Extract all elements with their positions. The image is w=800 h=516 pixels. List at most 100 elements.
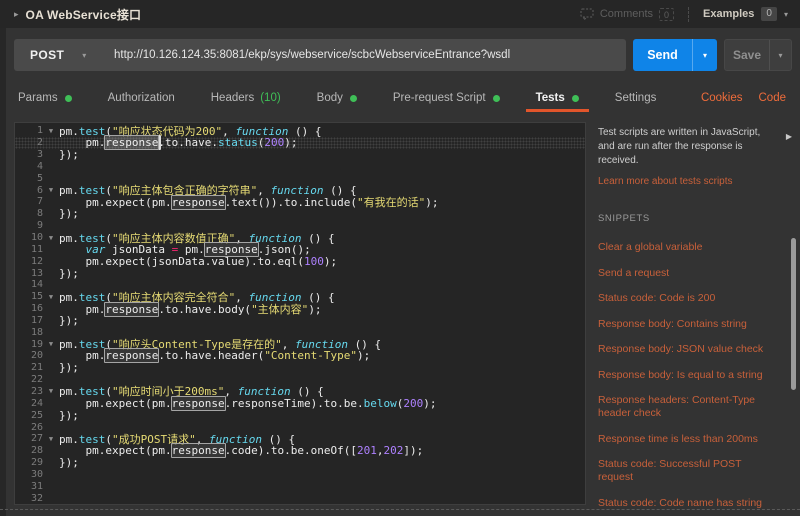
code-line-31[interactable]: 31 — [15, 480, 585, 492]
collection-breadcrumb[interactable]: ▸ OA WebService接口 — [14, 6, 141, 23]
code-line-28[interactable]: 28 pm.expect(pm.response.code).to.be.one… — [15, 443, 585, 459]
code-line-24[interactable]: 24 pm.expect(pm.response.responseTime).t… — [15, 395, 585, 411]
line-number: 7 — [36, 196, 43, 208]
snippet-link[interactable]: Status code: Code name has string — [598, 497, 776, 510]
code-line-13[interactable]: 13}); — [15, 266, 585, 280]
code-line-3[interactable]: 3}); — [15, 148, 585, 162]
fold-caret-icon[interactable]: ▼ — [43, 435, 59, 443]
code-text: }); — [59, 408, 79, 422]
code-line-10[interactable]: 10 ▼ pm.test("响应主体内容数值正确", function () { — [15, 232, 585, 245]
tab-label: Tests — [535, 92, 565, 104]
fold-caret-icon[interactable]: ▼ — [43, 127, 59, 135]
line-number: 29 — [30, 457, 43, 469]
code-text: }); — [59, 266, 79, 280]
code-line-16[interactable]: 16 pm.response.to.have.body("主体内容"); — [15, 301, 585, 317]
line-number: 27 — [30, 433, 43, 445]
snippet-link[interactable]: Response body: Contains string — [598, 318, 776, 331]
tab-params[interactable]: Params — [18, 84, 72, 112]
code-line-29[interactable]: 29}); — [15, 456, 585, 470]
snippet-link[interactable]: Response body: JSON value check — [598, 343, 776, 356]
code-text: }); — [59, 148, 79, 162]
save-options-caret[interactable]: ▾ — [769, 40, 791, 70]
code-text: pm.expect(jsonData.value).to.eql(100); — [59, 254, 338, 268]
snippet-link[interactable]: Response headers: Content-Type header ch… — [598, 394, 776, 420]
line-number: 26 — [30, 421, 43, 433]
tab-settings[interactable]: Settings — [615, 84, 657, 112]
tab-body[interactable]: Body — [317, 84, 357, 112]
code-line-32[interactable]: 32 — [15, 492, 585, 504]
highlighted-occurrence: response — [104, 301, 160, 317]
code-line-7[interactable]: 7 pm.expect(pm.response.text()).to.inclu… — [15, 194, 585, 210]
tab-status-dot-icon — [492, 94, 500, 102]
code-line-21[interactable]: 21}); — [15, 361, 585, 374]
sidebar-scrollbar[interactable] — [791, 238, 796, 390]
code-text: pm.response.to.have.body("主体内容"); — [59, 301, 322, 317]
topbar-divider — [688, 6, 690, 22]
chevron-down-icon: ▾ — [778, 50, 783, 60]
save-button[interactable]: Save — [725, 40, 769, 70]
line-number: 9 — [36, 220, 43, 232]
fold-caret-icon[interactable]: ▼ — [43, 186, 59, 194]
line-number: 31 — [30, 480, 43, 492]
tab-label: Params — [18, 92, 58, 104]
send-options-caret[interactable]: ▾ — [692, 39, 717, 71]
send-button[interactable]: Send — [633, 39, 692, 71]
code-line-11[interactable]: 11 var jsonData = pm.response.json(); — [15, 241, 585, 257]
tab-label: Authorization — [107, 92, 175, 104]
topbar-actions: Comments 0 Examples 0 ▾ — [580, 6, 788, 22]
tab-tests[interactable]: Tests — [525, 84, 590, 112]
code-text: }); — [59, 456, 79, 470]
code-link[interactable]: Code — [759, 92, 787, 104]
line-number: 28 — [30, 445, 43, 457]
chevron-down-icon: ▾ — [783, 9, 788, 19]
fold-caret-icon[interactable]: ▼ — [43, 340, 59, 348]
snippet-link[interactable]: Response time is less than 200ms — [598, 433, 776, 446]
fold-caret-icon[interactable]: ▼ — [43, 387, 59, 395]
line-number: 20 — [30, 350, 43, 362]
snippet-link[interactable]: Status code: Code is 200 — [598, 292, 776, 305]
line-number: 3 — [36, 149, 43, 161]
tab-headers[interactable]: Headers (10) — [211, 84, 281, 112]
learn-more-link[interactable]: Learn more about tests scripts — [598, 176, 733, 187]
snippet-link[interactable]: Response body: Is equal to a string — [598, 369, 776, 382]
code-line-30[interactable]: 30 — [15, 468, 585, 480]
tab-status-dot-icon — [349, 94, 357, 102]
snippets-list: Clear a global variable Send a request Sta… — [598, 241, 800, 516]
url-input[interactable]: http://10.126.124.35:8081/ekp/sys/webser… — [114, 49, 510, 61]
line-number: 4 — [36, 160, 43, 172]
snippet-link[interactable]: Send a request — [598, 267, 776, 280]
code-line-20[interactable]: 20 pm.response.to.have.header("Content-T… — [15, 348, 585, 364]
tests-code-editor[interactable]: 1 ▼ pm.test("响应状态代码为200", function () {2 p… — [14, 122, 586, 505]
snippets-header: SNIPPETS — [598, 213, 650, 224]
request-title: OA WebService接口 — [25, 7, 142, 22]
snippet-link[interactable]: Status code: Successful POST request — [598, 458, 776, 484]
fold-caret-icon[interactable]: ▼ — [43, 293, 59, 301]
line-number: 12 — [30, 255, 43, 267]
line-number: 2 — [36, 137, 43, 149]
code-line-12[interactable]: 12 pm.expect(jsonData.value).to.eql(100)… — [15, 254, 585, 268]
line-number: 1 — [36, 125, 43, 137]
highlighted-occurrence: response — [170, 194, 226, 210]
line-number: 24 — [30, 397, 43, 409]
code-text: pm.response.to.have.status(200); — [59, 135, 298, 151]
fold-caret-icon[interactable]: ▼ — [43, 234, 59, 242]
code-line-23[interactable]: 23 ▼ pm.test("响应时间小于200ms", function () { — [15, 385, 585, 398]
tab-pre-request-script[interactable]: Pre-request Script — [393, 84, 500, 112]
cookies-link[interactable]: Cookies — [701, 92, 743, 104]
collection-expand-caret-icon[interactable]: ▸ — [14, 9, 19, 20]
method-dropdown[interactable]: POST ▾ — [14, 48, 114, 62]
comments-count-badge: 0 — [659, 7, 675, 21]
sidebar-collapse-icon[interactable]: ▶ — [786, 132, 792, 141]
code-line-4[interactable]: 4 — [15, 161, 585, 173]
examples-count-badge: 0 — [761, 7, 777, 21]
code-line-25[interactable]: 25}); — [15, 408, 585, 422]
line-number: 21 — [30, 362, 43, 374]
code-line-27[interactable]: 27 ▼ pm.test("成功POST请求", function () { — [15, 433, 585, 446]
examples-dropdown[interactable]: Examples 0 ▾ — [703, 7, 788, 21]
line-number: 18 — [30, 326, 43, 338]
tests-snippets-sidebar: ▶ Test scripts are written in JavaScript… — [598, 122, 800, 509]
snippet-link[interactable]: Clear a global variable — [598, 241, 776, 254]
tab-label: Headers — [210, 92, 255, 104]
comments-button[interactable]: Comments 0 — [580, 7, 675, 21]
tab-authorization[interactable]: Authorization — [108, 84, 175, 112]
